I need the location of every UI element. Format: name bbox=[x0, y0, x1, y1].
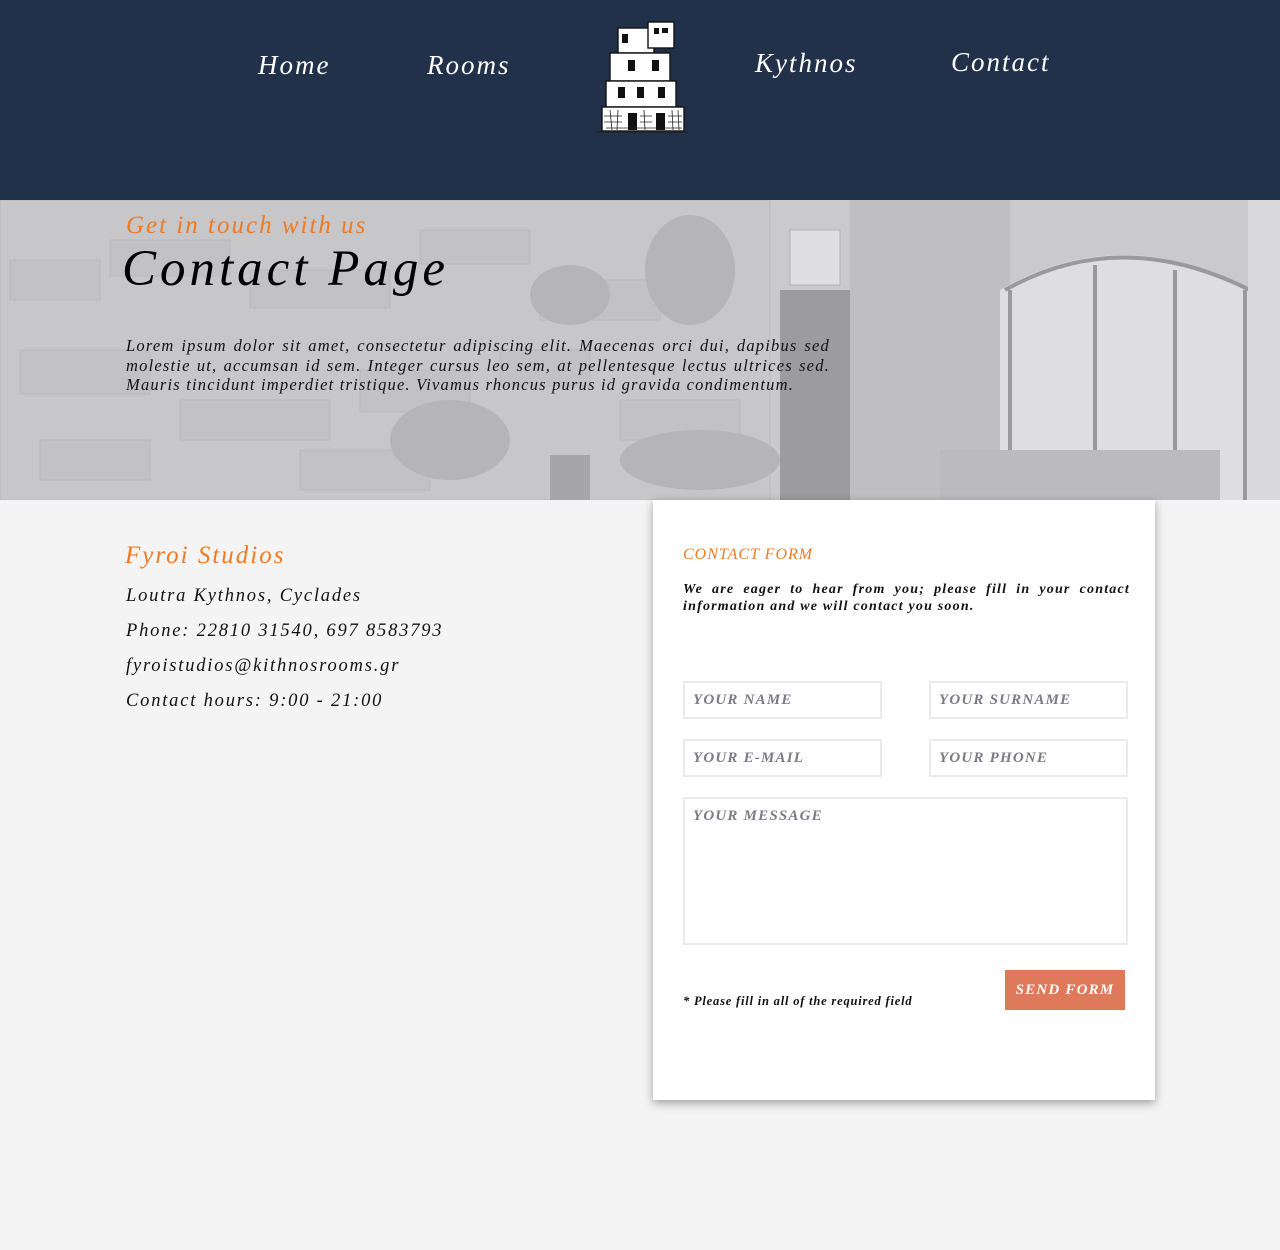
contact-hours-text: Contact hours: 9:00 - 21:00 bbox=[126, 691, 384, 711]
phone-input[interactable] bbox=[929, 739, 1128, 777]
address-text: Loutra Kythnos, Cyclades bbox=[126, 586, 362, 606]
contact-form-card: CONTACT FORM We are eager to hear from y… bbox=[653, 500, 1155, 1100]
house-logo[interactable] bbox=[592, 20, 692, 135]
required-fields-note: * Please fill in all of the required fie… bbox=[683, 994, 913, 1008]
nav-kythnos-link[interactable]: Kythnos bbox=[755, 48, 858, 79]
form-intro-text: We are eager to hear from you; please fi… bbox=[683, 582, 1130, 614]
phone-text: Phone: 22810 31540, 697 8583793 bbox=[126, 621, 444, 641]
surname-input[interactable] bbox=[929, 681, 1128, 719]
message-textarea[interactable] bbox=[683, 797, 1128, 945]
hero-description: Lorem ipsum dolor sit amet, consectetur … bbox=[126, 336, 830, 394]
nav-home-link[interactable]: Home bbox=[258, 50, 330, 81]
business-name: Fyroi Studios bbox=[125, 542, 286, 569]
email-input[interactable] bbox=[683, 739, 882, 777]
nav-contact-link[interactable]: Contact bbox=[951, 47, 1051, 78]
page-title: Contact Page bbox=[122, 241, 450, 297]
email-text: fyroistudios@kithnosrooms.gr bbox=[126, 656, 401, 676]
top-navigation: Home Rooms Kythnos Contact bbox=[0, 0, 1280, 200]
hero-subtitle: Get in touch with us bbox=[126, 212, 368, 239]
nav-rooms-link[interactable]: Rooms bbox=[427, 50, 511, 81]
form-title: CONTACT FORM bbox=[683, 546, 814, 563]
send-form-button[interactable]: SEND FORM bbox=[1005, 970, 1125, 1010]
hero-banner: Get in touch with us Contact Page Lorem … bbox=[0, 200, 1280, 500]
name-input[interactable] bbox=[683, 681, 882, 719]
